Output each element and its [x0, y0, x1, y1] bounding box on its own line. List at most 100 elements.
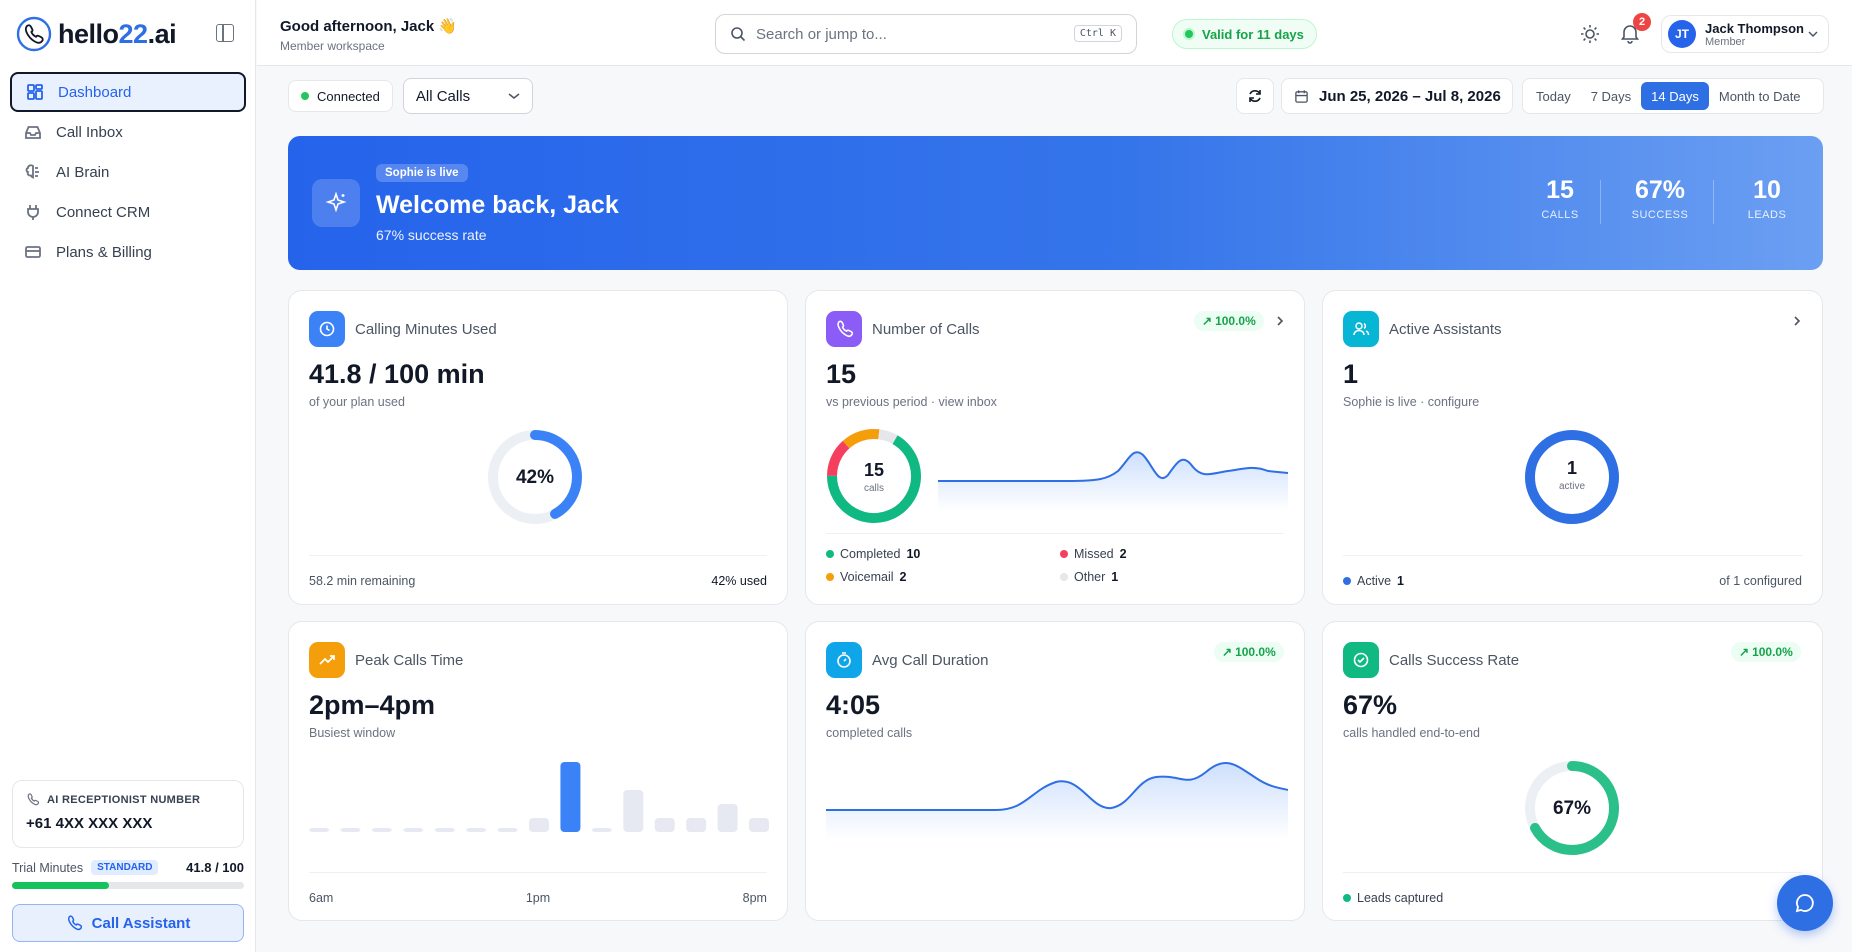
calls-success-rate-card[interactable]: Calls Success Rate ↗ 100.0% 67% calls ha…	[1322, 621, 1823, 921]
status-dot	[1183, 28, 1195, 40]
brand-logo[interactable]: hello22.ai	[16, 16, 177, 52]
sidebar-item-label: Connect CRM	[56, 203, 151, 221]
search-box[interactable]: Ctrl K	[715, 14, 1137, 54]
phone-icon	[67, 915, 82, 931]
card-footer: Leads captured	[1343, 872, 1802, 920]
date-range-picker[interactable]: Jun 25, 2026 – Jul 8, 2026	[1281, 78, 1513, 114]
period-month-to-date[interactable]: Month to Date	[1709, 82, 1811, 110]
top-bar: Good afternoon, Jack 👋 Member workspace …	[257, 0, 1852, 66]
call-filter-select[interactable]: All Calls	[402, 78, 533, 114]
sidebar-item-plans-billing[interactable]: Plans & Billing	[10, 232, 246, 272]
trend-badge: ↗ 100.0%	[1214, 642, 1284, 662]
card-subtitle: of your plan used	[309, 395, 405, 409]
phone-icon	[826, 311, 862, 347]
workspace-label: Member workspace	[280, 39, 385, 53]
legend-completed: Completed 10	[826, 547, 920, 561]
sidebar-item-label: AI Brain	[56, 163, 110, 181]
card-value: 67%	[1343, 690, 1398, 720]
greeting: Good afternoon, Jack 👋 Member workspace	[280, 17, 457, 53]
period-7-days[interactable]: 7 Days	[1581, 82, 1641, 110]
trending-up-icon	[309, 642, 345, 678]
card-title: Avg Call Duration	[872, 652, 989, 669]
peak-calls-card[interactable]: Peak Calls Time 2pm–4pm Busiest window 6…	[288, 621, 788, 921]
refresh-button[interactable]	[1236, 78, 1274, 114]
card-footer: 58.2 min remaining 42% used	[309, 555, 767, 604]
sidebar-nav: Dashboard Call Inbox AI Brain Connect CR…	[10, 72, 246, 272]
connection-status: Connected	[288, 80, 393, 112]
peak-bar	[434, 828, 455, 832]
shortcut-hint: Ctrl K	[1073, 25, 1122, 42]
trial-progress-bar	[12, 882, 244, 889]
hero-stat-leads: 10 LEADS	[1747, 176, 1787, 221]
chat-button[interactable]	[1777, 875, 1833, 931]
sidebar-item-call-inbox[interactable]: Call Inbox	[10, 112, 246, 152]
call-assistant-button[interactable]: Call Assistant	[12, 904, 244, 942]
period-today[interactable]: Today	[1526, 82, 1581, 110]
donut-label: 67%	[1553, 798, 1591, 819]
check-circle-icon	[1343, 642, 1379, 678]
chevron-right-icon[interactable]	[1792, 315, 1802, 327]
welcome-banner: Sophie is live Welcome back, Jack 67% su…	[288, 136, 1823, 270]
call-filter-value: All Calls	[415, 87, 471, 105]
notification-badge: 2	[1633, 13, 1651, 31]
sidebar-item-label: Call Inbox	[56, 123, 123, 141]
card-footer: Active 1 of 1 configured	[1343, 555, 1802, 604]
donut-label: 42%	[516, 467, 554, 488]
status-dot	[301, 92, 309, 100]
card-title: Peak Calls Time	[355, 652, 464, 669]
card-value: 15	[826, 359, 857, 389]
peak-bar	[623, 790, 644, 832]
card-subtitle: completed calls	[826, 726, 913, 740]
sun-icon[interactable]	[1579, 23, 1601, 45]
plan-badge: STANDARD	[91, 860, 159, 875]
receptionist-label: AI RECEPTIONIST NUMBER	[47, 793, 201, 806]
calls-donut: 15 calls	[827, 429, 921, 523]
calling-minutes-card[interactable]: Calling Minutes Used 41.8 / 100 min of y…	[288, 290, 788, 605]
peak-bar	[371, 828, 392, 832]
donut-unit: active	[1559, 481, 1586, 492]
donut-value: 15	[864, 460, 884, 480]
number-of-calls-card[interactable]: Number of Calls ↗ 100.0% 15 vs previous …	[805, 290, 1305, 605]
period-14-days[interactable]: 14 Days	[1641, 82, 1709, 110]
sidebar-item-dashboard[interactable]: Dashboard	[10, 72, 246, 112]
card-subtitle: Busiest window	[309, 726, 396, 740]
card-icon	[25, 246, 41, 258]
date-range-value: Jun 25, 2026 – Jul 8, 2026	[1319, 87, 1501, 105]
card-subtitle: Sophie is live · configure	[1343, 395, 1480, 409]
plug-icon	[27, 205, 39, 220]
greeting-text: Good afternoon, Jack 👋	[280, 18, 458, 35]
sidebar-collapse-icon[interactable]	[216, 24, 234, 42]
grid-icon	[27, 84, 43, 100]
phone-logo-icon	[16, 16, 52, 52]
user-menu[interactable]: JT Jack Thompson Member	[1661, 15, 1829, 53]
period-selector: Today 7 Days 14 Days Month to Date	[1522, 78, 1824, 114]
divider	[826, 533, 1284, 534]
donut-value: 1	[1567, 458, 1577, 478]
peak-bar	[466, 828, 487, 832]
welcome-subtitle: 67% success rate	[376, 227, 487, 243]
sidebar-item-label: Dashboard	[58, 83, 132, 101]
card-title: Calls Success Rate	[1389, 652, 1520, 669]
peak-bar	[686, 818, 707, 832]
card-subtitle: calls handled end-to-end	[1343, 726, 1480, 740]
chat-bubble-icon	[1795, 894, 1814, 913]
search-icon	[731, 27, 746, 42]
sidebar: hello22.ai Dashboard Call Inbox AI Brain…	[0, 0, 256, 952]
peak-bar	[654, 818, 675, 832]
sidebar-item-connect-crm[interactable]: Connect CRM	[10, 192, 246, 232]
minutes-donut: 42%	[488, 430, 582, 524]
card-title: Active Assistants	[1389, 321, 1502, 338]
divider	[1600, 180, 1601, 224]
active-assistants-card[interactable]: Active Assistants 1 Sophie is live · con…	[1322, 290, 1823, 605]
call-assistant-label: Call Assistant	[91, 914, 191, 932]
success-donut: 67%	[1525, 761, 1619, 855]
chevron-right-icon[interactable]	[1275, 315, 1285, 327]
avg-call-duration-card[interactable]: Avg Call Duration ↗ 100.0% 4:05 complete…	[805, 621, 1305, 921]
users-icon	[1343, 311, 1379, 347]
receptionist-number-box: AI RECEPTIONIST NUMBER +61 4XX XXX XXX	[12, 780, 244, 848]
sidebar-item-ai-brain[interactable]: AI Brain	[10, 152, 246, 192]
search-input[interactable]	[756, 25, 1076, 43]
card-subtitle: vs previous period · view inbox	[826, 395, 997, 409]
sidebar-item-label: Plans & Billing	[56, 243, 152, 261]
trend-badge: ↗ 100.0%	[1731, 642, 1801, 662]
